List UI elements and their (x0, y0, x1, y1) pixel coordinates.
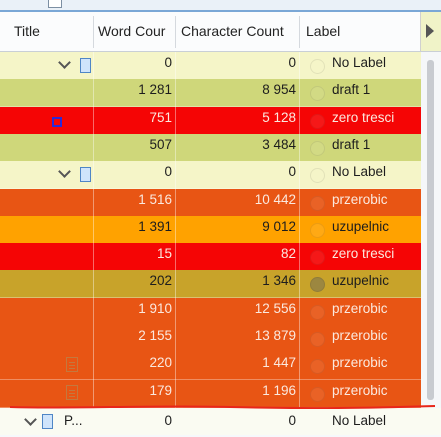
word-count-value: 0 (164, 413, 172, 428)
scroll-right-button[interactable] (420, 12, 441, 51)
page-icon (66, 384, 78, 400)
character-count-value: 82 (280, 246, 296, 262)
table-row[interactable]: 179 1 196 przerobic (0, 379, 421, 408)
chevron-down-icon[interactable] (24, 413, 37, 426)
table-row[interactable]: 0 0 No Label (0, 52, 421, 80)
label-value: zero tresci (332, 109, 395, 125)
word-count-value: 202 (149, 273, 172, 289)
scrollbar-thumb[interactable] (427, 60, 434, 400)
document-icon (48, 0, 62, 8)
label-value: zero tresci (332, 246, 395, 262)
word-count-value: 0 (164, 164, 172, 180)
word-count-value: 15 (156, 246, 172, 262)
table-row[interactable]: 1 391 9 012 uzupelnic (0, 215, 421, 244)
character-count-value: 10 442 (254, 191, 296, 207)
label-value: uzupelnic (332, 218, 390, 234)
label-value: No Label (332, 55, 387, 70)
label-value: przerobic (332, 355, 388, 371)
chevron-right-icon (426, 24, 434, 38)
table-row[interactable]: 15 82 zero tresci (0, 243, 421, 272)
top-strip (0, 0, 441, 12)
column-separator[interactable] (93, 16, 94, 48)
column-character-count[interactable]: Character Count (181, 12, 298, 51)
table-row[interactable]: 0 0 No Label (0, 161, 421, 190)
table-row[interactable]: 751 5 128 zero tresci (0, 106, 421, 135)
table-row[interactable]: 1 516 10 442 przerobic (0, 188, 421, 217)
page-icon (66, 357, 78, 373)
folder-document-icon (80, 167, 91, 183)
word-count-value: 1 391 (138, 218, 172, 234)
word-count-value: 751 (149, 109, 172, 125)
label-value: przerobic (332, 191, 388, 207)
grid-line (299, 52, 300, 435)
character-count-value: 8 954 (262, 82, 296, 98)
character-count-value: 0 (288, 164, 296, 180)
column-separator[interactable] (299, 16, 300, 48)
chevron-down-icon[interactable] (58, 165, 71, 179)
character-count-value: 9 012 (262, 218, 296, 234)
character-count-value: 12 556 (254, 300, 296, 316)
vertical-scrollbar[interactable] (421, 52, 441, 417)
character-count-value: 1 196 (262, 382, 296, 398)
word-count-value: 1 516 (138, 191, 172, 207)
word-count-value: 220 (149, 355, 172, 371)
folder-document-icon (80, 58, 91, 73)
column-word-count[interactable]: Word Cour (98, 12, 174, 51)
label-value: No Label (332, 413, 387, 428)
word-count-value: 2 155 (138, 328, 172, 343)
word-count-value: 179 (149, 382, 172, 398)
column-header: Title Word Cour Character Count Label (0, 12, 441, 52)
word-count-value: 0 (164, 55, 172, 70)
table-row[interactable]: 202 1 346 uzupelnic (0, 270, 421, 299)
label-value: przerobic (332, 328, 388, 343)
column-separator[interactable] (175, 16, 176, 48)
label-value: draft 1 (332, 82, 371, 98)
label-value: draft 1 (332, 136, 371, 152)
bottom-row[interactable]: P... 0 0 No Label (0, 408, 441, 435)
character-count-value: 1 346 (262, 273, 296, 289)
character-count-value: 1 447 (262, 355, 296, 371)
table-row[interactable]: 2 155 13 879 przerobic (0, 325, 421, 353)
label-value: przerobic (332, 300, 388, 316)
label-value: No Label (332, 164, 387, 180)
table-row[interactable]: 1 281 8 954 draft 1 (0, 79, 421, 108)
grid-line (175, 52, 176, 435)
character-count-value: 0 (288, 413, 296, 428)
grid-line (93, 52, 94, 435)
character-count-value: 3 484 (262, 136, 296, 152)
character-count-value: 0 (288, 55, 296, 70)
label-value: uzupelnic (332, 273, 390, 289)
table-row[interactable]: 1 910 12 556 przerobic (0, 297, 421, 326)
word-count-value: 1 910 (138, 300, 172, 316)
row-title: P... (64, 413, 83, 428)
table-row[interactable]: 507 3 484 draft 1 (0, 133, 421, 162)
column-title[interactable]: Title (14, 12, 92, 51)
character-count-value: 13 879 (254, 328, 296, 343)
word-count-value: 507 (149, 136, 172, 152)
chevron-down-icon[interactable] (58, 56, 71, 69)
character-count-value: 5 128 (262, 109, 296, 125)
folder-document-icon (42, 414, 53, 429)
marker-icon (52, 116, 62, 127)
scribble-line (10, 405, 435, 409)
label-value: przerobic (332, 382, 388, 398)
column-label[interactable]: Label (306, 12, 418, 51)
word-count-value: 1 281 (138, 82, 172, 98)
table-row[interactable]: 220 1 447 przerobic (0, 352, 421, 381)
